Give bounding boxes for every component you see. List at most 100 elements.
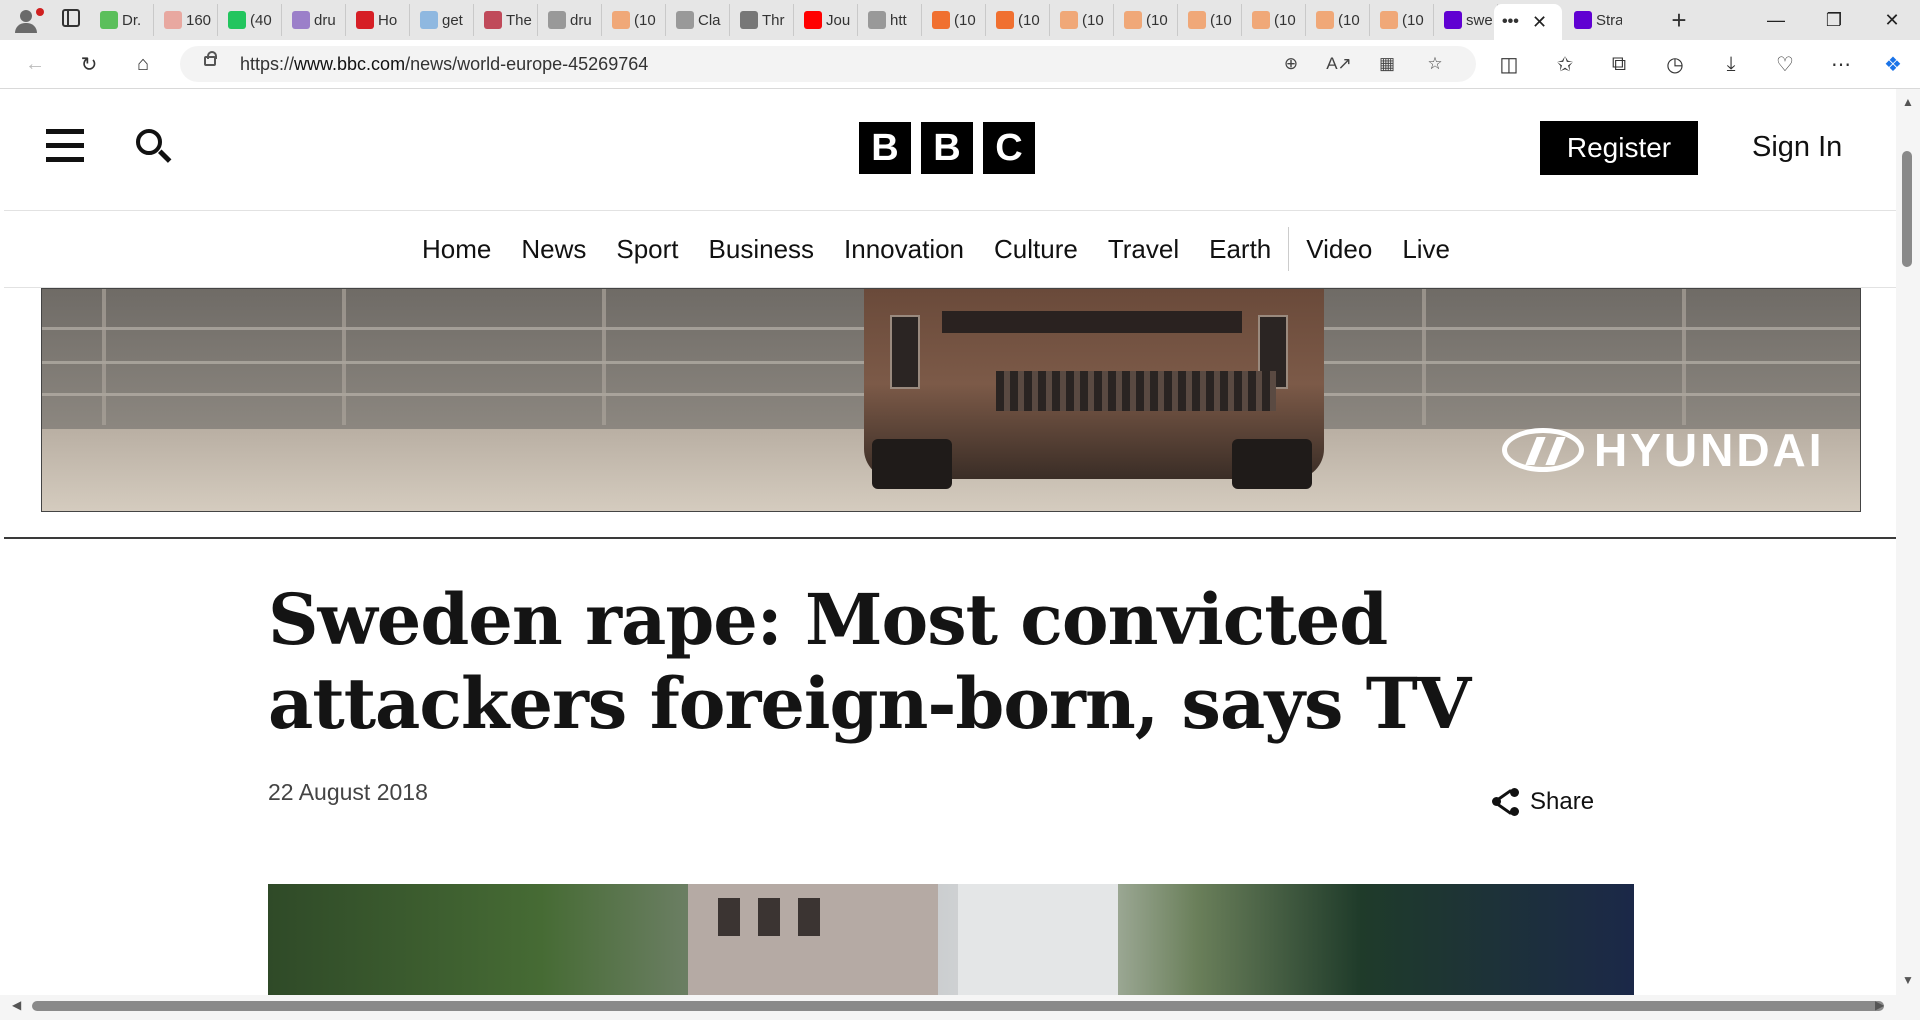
bookmark-icon: [932, 11, 950, 29]
hyundai-ad-banner[interactable]: HYUNDAI: [41, 288, 1861, 512]
share-label: Share: [1530, 788, 1595, 815]
browser-tab[interactable]: The: [476, 4, 538, 36]
menu-icon[interactable]: [46, 129, 84, 163]
browser-tab[interactable]: (40: [220, 4, 282, 36]
search-icon[interactable]: [136, 129, 172, 167]
article-date: 22 August 2018: [268, 779, 428, 805]
tab-actions-icon[interactable]: [62, 9, 80, 27]
browser-tab[interactable]: (10: [1244, 4, 1306, 36]
web-page: B B C Register Sign In Home News Sport Busi…: [4, 89, 1896, 995]
address-bar[interactable]: https://www.bbc.com/news/world-europe-45…: [180, 46, 1476, 82]
nav-item-culture[interactable]: Culture: [979, 211, 1093, 287]
performance-icon[interactable]: ♡: [1770, 50, 1800, 78]
scroll-left-icon[interactable]: ◀: [12, 998, 21, 1012]
nav-item-news[interactable]: News: [506, 211, 601, 287]
browser-tab[interactable]: (10: [1052, 4, 1114, 36]
browser-tab-active[interactable]: ••• ✕: [1494, 4, 1562, 40]
tr-icon: [740, 11, 758, 29]
profile-avatar-icon[interactable]: [10, 4, 44, 36]
tab-label: dru: [314, 11, 336, 29]
home-icon[interactable]: ⌂: [128, 50, 158, 78]
bbc-logo[interactable]: B B C: [859, 122, 1035, 174]
horizontal-scrollbar[interactable]: ◀ ▶: [0, 995, 1920, 1020]
minimize-icon[interactable]: —: [1748, 0, 1804, 40]
bookmark-icon: [1252, 11, 1270, 29]
browser-tab[interactable]: (10: [1180, 4, 1242, 36]
yahoo-icon: [292, 11, 310, 29]
browser-tab[interactable]: (10: [604, 4, 666, 36]
browser-tab[interactable]: (10: [1372, 4, 1434, 36]
downloads-icon[interactable]: ⤓: [1716, 50, 1746, 78]
split-screen-icon[interactable]: ◫: [1494, 50, 1524, 78]
browser-tab[interactable]: Ho: [348, 4, 410, 36]
nav-item-innovation[interactable]: Innovation: [829, 211, 979, 287]
browser-tab[interactable]: swe: [1436, 4, 1498, 36]
tab-label: The: [506, 11, 532, 29]
immersive-reader-icon[interactable]: ▦: [1374, 52, 1400, 76]
favorites-icon[interactable]: ✩: [1550, 50, 1580, 78]
tab-label: •••: [1502, 13, 1519, 30]
nav-item-live[interactable]: Live: [1387, 211, 1465, 287]
tab-label: Dr.: [122, 11, 142, 29]
browser-tab[interactable]: dru: [540, 4, 602, 36]
tab-label: Stra: [1596, 11, 1622, 29]
browser-tab[interactable]: Stra: [1566, 4, 1628, 36]
back-icon[interactable]: ←: [20, 50, 50, 78]
browser-tab[interactable]: (10: [1116, 4, 1178, 36]
share-icon: [1492, 788, 1520, 816]
tab-label: swe: [1466, 11, 1492, 29]
logo-letter: C: [983, 122, 1035, 174]
zoom-icon[interactable]: ⊕: [1278, 52, 1304, 76]
main-nav: Home News Sport Business Innovation Culture Tr…: [4, 211, 1896, 288]
read-aloud-icon[interactable]: A↗: [1326, 52, 1352, 76]
url-text[interactable]: https://www.bbc.com/news/world-europe-45…: [240, 54, 648, 75]
sign-in-link[interactable]: Sign In: [1752, 131, 1842, 164]
browser-tab[interactable]: (10: [924, 4, 986, 36]
tab-label: (10: [1210, 11, 1232, 29]
close-tab-icon[interactable]: ✕: [1532, 12, 1547, 33]
browser-tab[interactable]: Dr.: [92, 4, 154, 36]
register-button[interactable]: Register: [1540, 121, 1698, 175]
favorite-star-icon[interactable]: ☆: [1422, 52, 1448, 76]
browser-tab[interactable]: Jou: [796, 4, 858, 36]
browser-tab[interactable]: htt: [860, 4, 922, 36]
bookmark-icon: [1380, 11, 1398, 29]
nav-item-business[interactable]: Business: [694, 211, 830, 287]
scroll-down-icon[interactable]: ▼: [1902, 973, 1914, 987]
restore-icon[interactable]: ❐: [1806, 0, 1862, 40]
new-tab-button[interactable]: +: [1664, 4, 1694, 36]
yahoo-icon: [1444, 11, 1462, 29]
scroll-right-icon[interactable]: ▶: [1875, 998, 1884, 1012]
nav-item-home[interactable]: Home: [407, 211, 506, 287]
refresh-icon[interactable]: ↻: [74, 50, 104, 78]
nav-item-earth[interactable]: Earth: [1194, 211, 1286, 287]
nav-item-sport[interactable]: Sport: [601, 211, 693, 287]
browser-tab[interactable]: dru: [284, 4, 346, 36]
tab-label: dru: [570, 11, 592, 29]
browser-tab[interactable]: Thr: [732, 4, 794, 36]
nav-item-travel[interactable]: Travel: [1093, 211, 1194, 287]
share-button[interactable]: Share: [1492, 788, 1594, 816]
browser-tab[interactable]: (10: [1308, 4, 1370, 36]
article-photo: [268, 884, 1634, 995]
tab-label: (10: [954, 11, 976, 29]
browser-tab[interactable]: (10: [988, 4, 1050, 36]
horizontal-scroll-thumb[interactable]: [32, 1001, 1884, 1011]
collections-icon[interactable]: ⧉: [1604, 50, 1634, 78]
browser-tab[interactable]: Cla: [668, 4, 730, 36]
nav-item-video[interactable]: Video: [1291, 211, 1387, 287]
bookmark-icon: [1124, 11, 1142, 29]
bookmark-icon: [612, 11, 630, 29]
browser-tab[interactable]: 160: [156, 4, 218, 36]
more-menu-icon[interactable]: ⋯: [1826, 50, 1856, 78]
close-window-icon[interactable]: ✕: [1864, 0, 1920, 40]
lock-icon[interactable]: [204, 51, 217, 66]
tab-label: (10: [1018, 11, 1040, 29]
history-icon[interactable]: ◷: [1660, 50, 1690, 78]
scroll-up-icon[interactable]: ▲: [1902, 95, 1914, 109]
browser-tab[interactable]: get: [412, 4, 474, 36]
vertical-scrollbar[interactable]: ▲ ▼: [1896, 89, 1920, 995]
search-icon: [420, 11, 438, 29]
vertical-scroll-thumb[interactable]: [1902, 151, 1912, 267]
copilot-icon[interactable]: ❖: [1878, 50, 1908, 78]
